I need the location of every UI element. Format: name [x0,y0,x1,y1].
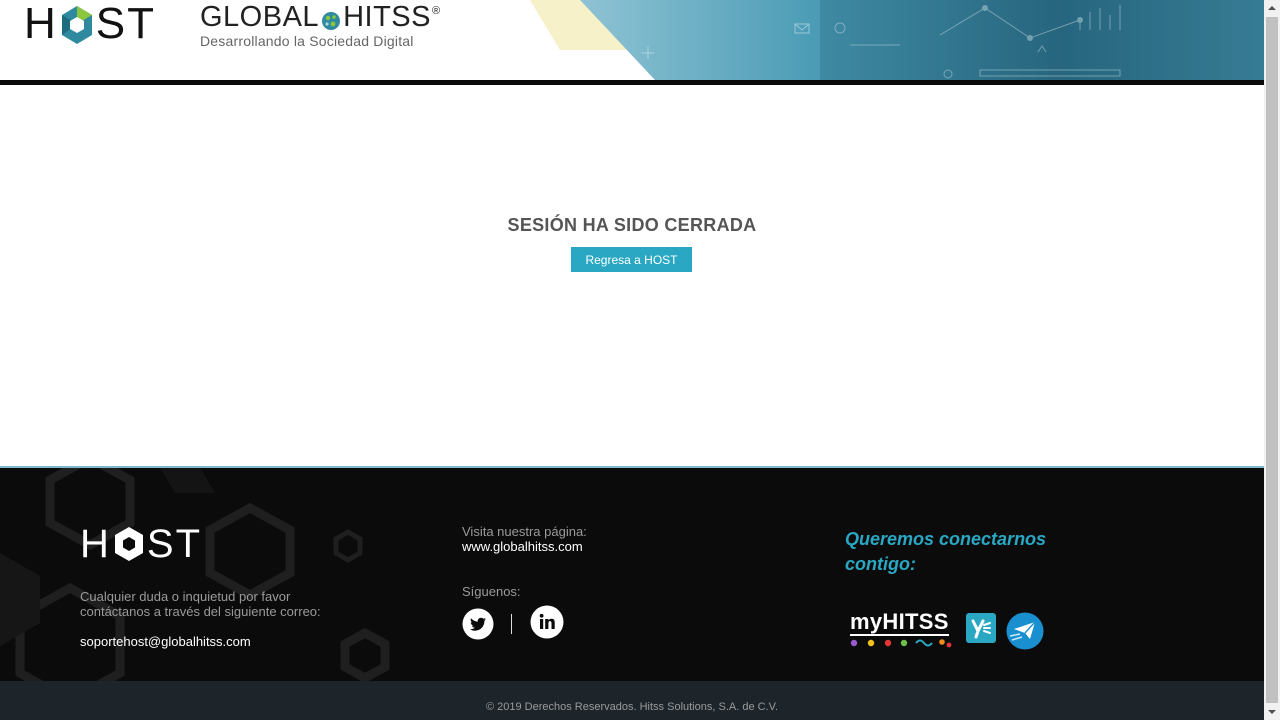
globe-icon [321,7,341,30]
footer-hexagon-icon [113,525,145,563]
globalhitss-logo[interactable]: GLOBAL HITSS ® Desarrollando la Sociedad… [200,2,441,49]
yammer-icon[interactable] [966,613,996,643]
globalhitss-tagline: Desarrollando la Sociedad Digital [200,33,414,49]
website-link[interactable]: www.globalhitss.com [462,539,583,554]
support-email-link[interactable]: soportehost@globalhitss.com [80,634,251,649]
footer-host-logo-h: H [80,522,111,566]
host-logo-h: H [24,0,58,48]
support-help-text: Cualquier duda o inquietud por favor con… [80,589,321,619]
myhitss-logo[interactable]: myHITSS [848,610,956,652]
header-banner-image [530,0,1264,80]
follow-us-label: Síguenos: [462,584,521,599]
mail-icon[interactable] [1006,612,1044,650]
page-footer: H ST Cualquier duda o inquietud por favo… [0,466,1264,683]
social-divider [511,614,512,634]
linkedin-icon[interactable] [530,605,564,639]
scroll-up-arrow-icon[interactable] [1264,0,1280,16]
scroll-down-arrow-icon[interactable] [1264,704,1280,720]
return-to-host-button[interactable]: Regresa a HOST [571,247,692,272]
myhitss-value-icons [850,639,952,648]
host-logo-st: ST [95,0,157,48]
footer-hexagon-pattern [0,468,390,683]
twitter-icon[interactable] [462,608,494,640]
copyright-bar: © 2019 Derechos Reservados. Hitss Soluti… [0,681,1264,720]
vertical-scrollbar[interactable] [1264,0,1280,720]
host-hexagon-icon [60,5,94,45]
connect-with-us-text: Queremos conectarnos contigo: [845,529,1047,574]
visit-page-label: Visita nuestra página: [462,524,587,539]
scrollbar-thumb[interactable] [1266,17,1278,703]
header-divider-bar [0,80,1264,85]
session-closed-title: SESIÓN HA SIDO CERRADA [507,215,757,235]
globalhitss-word-hitss: HITSS [343,1,431,33]
globalhitss-word-global: GLOBAL [200,1,320,33]
copyright-text: © 2019 Derechos Reservados. Hitss Soluti… [485,701,778,713]
page-header: H ST GLOBAL HITSS ® Desarrollando la Soc… [0,0,1264,80]
myhitss-label: myHITSS [850,609,949,636]
footer-host-logo[interactable]: H ST [80,524,202,564]
footer-host-logo-st: ST [146,522,203,566]
registered-mark: ® [431,5,441,17]
host-logo[interactable]: H ST [24,2,156,46]
